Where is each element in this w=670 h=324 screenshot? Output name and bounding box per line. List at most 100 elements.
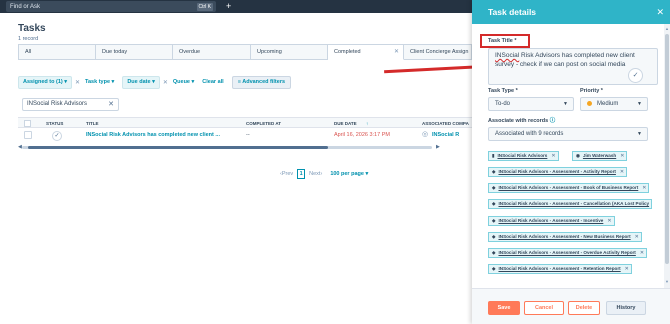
associations-value: Associated with 9 records	[495, 131, 564, 137]
tag-label: INSocial Risk Advisors - Assessment - Ac…	[498, 169, 616, 174]
object-icon: ◆	[492, 218, 496, 223]
association-tag[interactable]: ▮ INSocial Risk Advisors ✕	[488, 151, 559, 161]
complete-check-icon[interactable]: ✓	[52, 130, 62, 141]
associate-label: Associate with records ⓘ	[488, 118, 556, 124]
title-underlined-word: INSocial	[495, 52, 520, 59]
confirm-check-button[interactable]: ✓	[628, 68, 643, 83]
column-header-status[interactable]: STATUS	[46, 121, 63, 126]
info-icon[interactable]: ⓘ	[550, 118, 556, 124]
tab-label: Due today	[102, 49, 128, 55]
tab-all[interactable]: All	[18, 44, 96, 60]
object-icon: ◆	[492, 266, 496, 271]
association-tag[interactable]: ◆ INSocial Risk Advisors - Assessment - I…	[488, 216, 615, 226]
page-number[interactable]: 1	[297, 169, 306, 179]
tag-label: Jim Waterwash	[582, 153, 617, 158]
chevron-down-icon: ▼	[637, 131, 642, 137]
company-icon: ▮	[492, 153, 495, 158]
tab-overdue[interactable]: Overdue	[173, 44, 251, 60]
clear-search-icon[interactable]: ✕	[108, 99, 114, 110]
tab-upcoming[interactable]: Upcoming	[251, 44, 328, 60]
task-title-link[interactable]: INSocial Risk Advisors has completed new…	[86, 132, 220, 138]
pagination: ‹ Prev 1 Next › 100 per page ▾	[280, 168, 368, 180]
remove-filter-icon[interactable]: ✕	[75, 79, 80, 86]
association-tag[interactable]: ◉ Jim Waterwash ✕	[572, 151, 628, 161]
filter-bar: Assigned to (1) ▾ ✕ Task type ▾ Due date…	[18, 75, 292, 89]
select-all-checkbox[interactable]	[24, 119, 31, 127]
remove-tag-icon[interactable]: ✕	[551, 152, 555, 160]
save-button[interactable]: Save	[488, 301, 520, 315]
tab-label: Client Concierge Assign	[410, 49, 469, 55]
associations-select[interactable]: Associated with 9 records ▼	[488, 127, 648, 141]
close-icon[interactable]: ✕	[656, 0, 664, 24]
association-tag[interactable]: ◆ INSocial Risk Advisors - Assessment - B…	[488, 183, 650, 193]
association-tag[interactable]: ◆ INSocial Risk Advisors - Assessment - R…	[488, 264, 632, 274]
remove-filter-icon[interactable]: ✕	[163, 79, 168, 86]
prev-button[interactable]: Prev	[282, 171, 293, 177]
chevron-down-icon: ▼	[563, 101, 568, 107]
scroll-right-icon[interactable]: ▶	[436, 144, 440, 150]
completed-at-cell: --	[246, 132, 250, 138]
scrollbar-thumb[interactable]	[665, 34, 669, 264]
due-date-filter-chip[interactable]: Due date ▾	[122, 75, 160, 89]
queue-filter[interactable]: Queue ▾	[173, 79, 194, 85]
next-button[interactable]: Next	[309, 171, 320, 177]
table-search-input[interactable]: INSocial Risk Advisors ✕	[22, 98, 119, 111]
remove-tag-icon[interactable]: ✕	[635, 233, 639, 241]
priority-dot-icon	[587, 100, 592, 106]
task-type-select[interactable]: To-do ▼	[488, 97, 574, 111]
assigned-filter-chip[interactable]: Assigned to (1) ▾	[18, 75, 73, 89]
remove-tag-icon[interactable]: ✕	[607, 217, 611, 225]
remove-tag-icon[interactable]: ✕	[620, 152, 624, 160]
tag-label: INSocial Risk Advisors - Assessment - In…	[498, 218, 604, 223]
object-icon: ◆	[492, 201, 496, 206]
per-page-select[interactable]: 100 per page ▾	[330, 171, 368, 177]
due-date-cell: April 16, 2026 3:17 PM	[334, 132, 390, 138]
remove-tag-icon[interactable]: ✕	[625, 265, 629, 273]
tag-label: INSocial Risk Advisors - Assessment - Ov…	[498, 250, 636, 255]
create-plus-button[interactable]: +	[226, 0, 231, 13]
task-type-filter[interactable]: Task type ▾	[85, 79, 114, 85]
row-checkbox[interactable]	[24, 131, 32, 139]
company-link[interactable]: INSocial R	[432, 132, 459, 138]
delete-button[interactable]: Delete	[568, 301, 600, 315]
remove-tag-icon[interactable]: ✕	[640, 249, 644, 257]
panel-footer: Save Cancel Delete History	[472, 288, 670, 324]
remove-tag-icon[interactable]: ✕	[620, 168, 624, 176]
scroll-down-icon[interactable]: ▼	[665, 279, 669, 284]
advanced-filters-label: Advanced filters	[242, 78, 286, 85]
column-header-due-date[interactable]: DUE DATE	[334, 121, 357, 126]
column-header-title[interactable]: TITLE	[86, 121, 99, 126]
tab-label: Completed	[334, 49, 361, 55]
tab-completed[interactable]: Completed ✕	[328, 44, 404, 60]
table-row: ✓ INSocial Risk Advisors has completed n…	[18, 128, 472, 143]
tab-due-today[interactable]: Due today	[96, 44, 173, 60]
object-icon: ◆	[492, 185, 496, 190]
close-tab-icon[interactable]: ✕	[394, 45, 399, 59]
panel-header: Task details ✕	[472, 0, 670, 24]
column-header-completed[interactable]: COMPLETED AT	[246, 121, 281, 126]
object-icon: ◆	[492, 169, 496, 174]
clear-all-link[interactable]: Clear all	[202, 79, 223, 85]
chevron-right-icon: ›	[320, 171, 323, 177]
panel-scrollbar[interactable]: ▲ ▼	[664, 24, 670, 288]
global-search-input[interactable]: Find or Ask Ctrl K	[6, 1, 216, 12]
association-tag[interactable]: ◆ INSocial Risk Advisors - Assessment - N…	[488, 232, 642, 242]
priority-select[interactable]: Medium ▼	[580, 97, 648, 111]
history-button[interactable]: History	[606, 301, 646, 315]
tab-client-concierge[interactable]: Client Concierge Assign	[404, 44, 472, 60]
cancel-button[interactable]: Cancel	[524, 301, 564, 315]
priority-label: Priority *	[580, 88, 603, 94]
advanced-filters-button[interactable]: ≡ Advanced filters	[231, 75, 292, 89]
column-header-company[interactable]: ASSOCIATED COMPA	[422, 121, 469, 126]
task-type-value: To-do	[495, 101, 511, 107]
tab-label: All	[25, 49, 32, 55]
association-tag[interactable]: ◆ INSocial Risk Advisors - Assessment - C…	[488, 199, 653, 209]
scrollbar-thumb[interactable]	[28, 146, 328, 149]
remove-tag-icon[interactable]: ✕	[642, 184, 646, 192]
scroll-up-icon[interactable]: ▲	[665, 26, 669, 31]
association-tag[interactable]: ◆ INSocial Risk Advisors - Assessment - A…	[488, 167, 628, 177]
tag-label: INSocial Risk Advisors - Assessment - Ne…	[498, 234, 631, 239]
association-tag[interactable]: ◆ INSocial Risk Advisors - Assessment - O…	[488, 248, 648, 258]
tasks-main-area: Tasks 1 record All Due today Overdue Upc…	[0, 13, 472, 324]
horizontal-scrollbar[interactable]	[22, 146, 432, 149]
